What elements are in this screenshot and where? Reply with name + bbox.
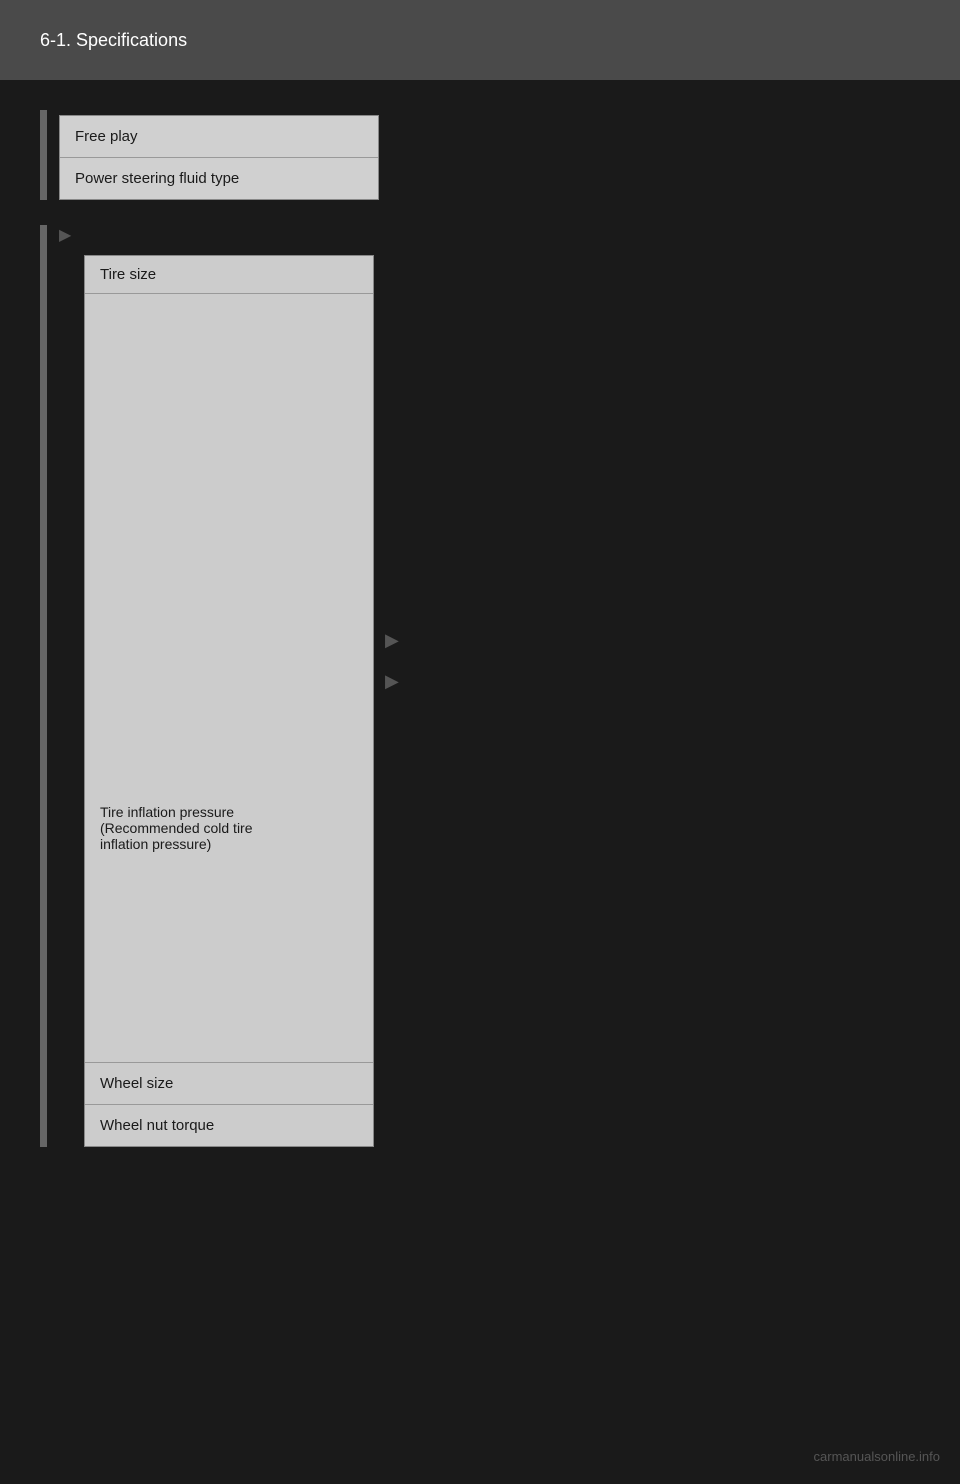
tires-sub-header-1: ▶	[59, 225, 920, 245]
content-area: Free play Power steering fluid type ▶ Ti…	[0, 80, 960, 1202]
tire-table-body	[85, 294, 373, 794]
tires-section: ▶ Tire size Tire inflation pressure(Reco…	[40, 225, 920, 1147]
tire-inflation-pressure-label: Tire inflation pressure(Recommended cold…	[85, 794, 373, 862]
wheel-size-row: Wheel size	[85, 1062, 373, 1104]
tire-size-header: Tire size	[85, 256, 373, 294]
free-play-row: Free play	[60, 116, 378, 158]
tire-inflation-body	[85, 862, 373, 1062]
tires-section-content: ▶ Tire size Tire inflation pressure(Reco…	[59, 225, 920, 1147]
steering-section-content: Free play Power steering fluid type	[59, 110, 379, 200]
steering-spec-table: Free play Power steering fluid type	[59, 115, 379, 200]
wheel-nut-torque-row: Wheel nut torque	[85, 1104, 373, 1146]
steering-section: Free play Power steering fluid type	[40, 110, 920, 200]
header-bar: 6-1. Specifications	[0, 0, 960, 80]
tires-section-bar	[40, 225, 47, 1147]
tire-spec-table: Tire size Tire inflation pressure(Recomm…	[84, 255, 374, 1147]
right-arrows-container: ▶ ▶	[385, 630, 399, 692]
right-arrow-2: ▶	[385, 671, 399, 692]
arrow-bullet-1: ▶	[59, 225, 71, 245]
right-arrow-1: ▶	[385, 630, 399, 651]
page-title: 6-1. Specifications	[40, 30, 187, 51]
footer-watermark: carmanualsonline.info	[814, 1449, 940, 1464]
power-steering-fluid-row: Power steering fluid type	[60, 158, 378, 199]
steering-section-bar	[40, 110, 47, 200]
